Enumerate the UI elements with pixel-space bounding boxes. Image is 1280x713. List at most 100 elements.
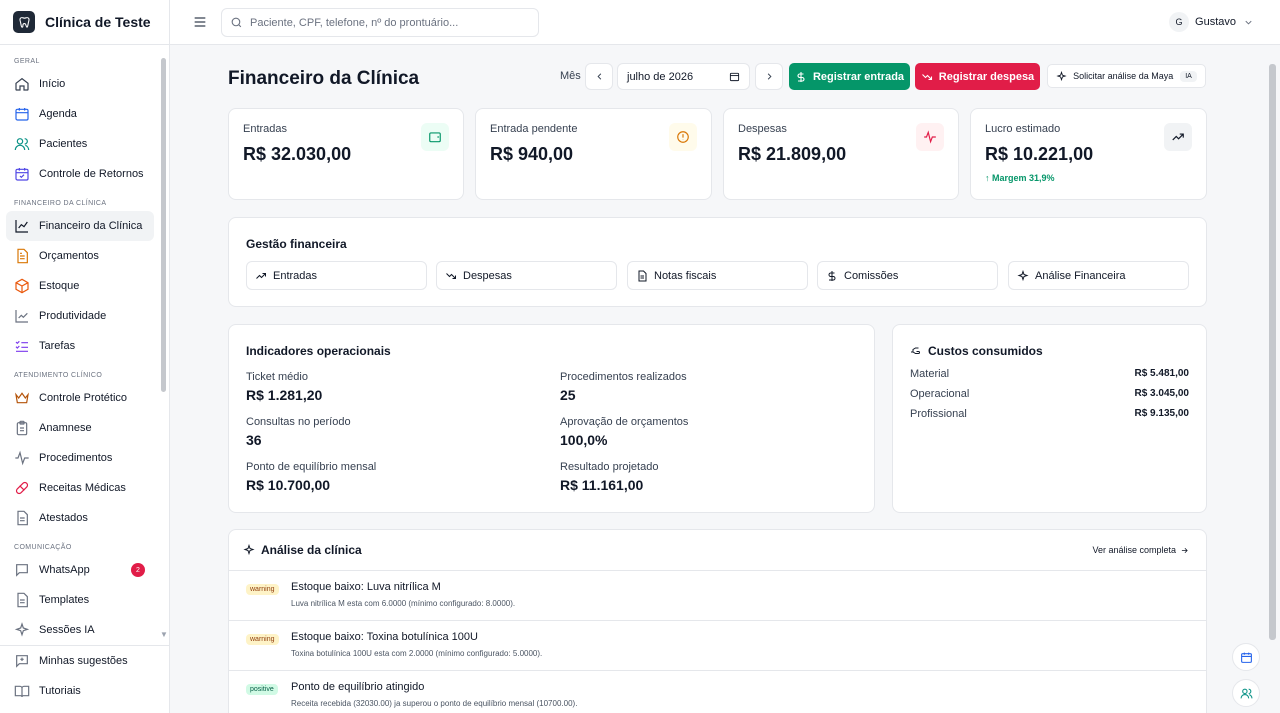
file-text-icon xyxy=(17,248,28,264)
sidebar-item-label: Estoque xyxy=(39,280,80,292)
sidebar-item-pacientes[interactable]: Pacientes xyxy=(6,129,154,159)
analysis-header: Análise da clínica xyxy=(243,543,362,557)
sidebar-item-label: Atestados xyxy=(39,512,88,524)
page-title: Financeiro da Clínica xyxy=(228,68,420,89)
sidebar-item-label: Procedimentos xyxy=(39,452,113,464)
sidebar-item-financeiro[interactable]: Financeiro da Clínica xyxy=(6,211,154,241)
tab-entradas[interactable]: Entradas xyxy=(246,261,427,290)
floating-calendar-button[interactable] xyxy=(1232,643,1260,671)
hand-coins-icon xyxy=(911,347,920,354)
scroll-down-icon[interactable]: ▼ xyxy=(160,630,168,639)
indicator-label: Consultas no período xyxy=(246,416,351,428)
avatar: G xyxy=(1169,12,1190,32)
analysis-alert[interactable]: warning Estoque baixo: Luva nitrílica M … xyxy=(229,570,1206,620)
template-icon xyxy=(17,592,28,608)
indicator-label: Ticket médio xyxy=(246,371,308,383)
users-icon xyxy=(1240,688,1252,698)
sparkle-icon xyxy=(14,622,30,637)
sidebar-item-label: Controle Protético xyxy=(39,392,128,404)
document-icon xyxy=(17,510,28,526)
sidebar-item-receitas[interactable]: Receitas Médicas xyxy=(6,473,154,503)
trending-up-icon xyxy=(1164,123,1192,151)
sidebar-item-label: WhatsApp xyxy=(39,564,90,576)
sidebar-item-procedimentos[interactable]: Procedimentos xyxy=(6,443,154,473)
section-title: Indicadores operacionais xyxy=(246,344,391,358)
sidebar-item-orcamentos[interactable]: Orçamentos xyxy=(6,241,154,271)
sidebar-item-tarefas[interactable]: Tarefas xyxy=(6,331,154,361)
tab-label: Notas fiscais xyxy=(654,269,717,282)
sidebar-item-label: Tarefas xyxy=(39,340,76,352)
search-box[interactable] xyxy=(221,8,539,37)
costs-header: Custos consumidos xyxy=(910,344,1043,358)
sidebar-item-label: Receitas Médicas xyxy=(39,482,126,494)
tab-notas-fiscais[interactable]: Notas fiscais xyxy=(627,261,808,290)
sidebar-item-sugestoes[interactable]: Minhas sugestões xyxy=(6,646,164,676)
activity-icon xyxy=(15,450,29,466)
user-menu[interactable]: G Gustavo xyxy=(1169,12,1254,32)
wallet-icon xyxy=(421,123,449,151)
alert-description: Luva nitrílica M esta com 6.0000 (mínimo… xyxy=(291,599,516,608)
sidebar-item-controle-retornos[interactable]: Controle de Retornos xyxy=(6,159,154,189)
dollar-icon xyxy=(828,270,836,281)
trend-icon xyxy=(15,310,28,323)
kpi-card-despesas: Despesas R$ 21.809,00 xyxy=(723,108,959,200)
alert-tag: positive xyxy=(246,684,278,695)
sparkle-icon xyxy=(1017,269,1029,281)
sidebar-item-tutoriais[interactable]: Tutoriais xyxy=(6,676,164,706)
next-month-button[interactable] xyxy=(755,63,783,90)
section-title: Gestão financeira xyxy=(246,237,347,251)
cost-value: R$ 5.481,00 xyxy=(1134,368,1190,379)
sidebar-item-atestados[interactable]: Atestados xyxy=(6,503,154,533)
sidebar-item-label: Anamnese xyxy=(39,422,92,434)
sidebar-item-produtividade[interactable]: Produtividade xyxy=(6,301,154,331)
sidebar-item-inicio[interactable]: Início xyxy=(6,69,154,99)
tab-analise-financeira[interactable]: Análise Financeira xyxy=(1008,261,1189,290)
calendar-icon xyxy=(15,108,29,121)
month-input[interactable]: julho de 2026 xyxy=(617,63,750,90)
register-income-button[interactable]: Registrar entrada xyxy=(789,63,910,90)
indicator-value: R$ 10.700,00 xyxy=(246,477,331,493)
sidebar-item-whatsapp[interactable]: WhatsApp 2 xyxy=(6,555,154,585)
floating-users-button[interactable] xyxy=(1232,679,1260,707)
analysis-alert[interactable]: warning Estoque baixo: Toxina botulínica… xyxy=(229,620,1206,670)
kpi-value: R$ 940,00 xyxy=(490,144,574,164)
search-input[interactable] xyxy=(250,16,530,29)
sidebar-scrollbar[interactable] xyxy=(161,58,166,392)
cost-label: Operacional xyxy=(910,388,970,400)
view-full-label: Ver análise completa xyxy=(1092,545,1176,555)
tab-despesas[interactable]: Despesas xyxy=(436,261,617,290)
kpi-card-lucro: Lucro estimado R$ 10.221,00 ↑ Margem 31,… xyxy=(970,108,1207,200)
prev-month-button[interactable] xyxy=(585,63,613,90)
sidebar-item-label: Início xyxy=(39,78,66,90)
user-name: Gustavo xyxy=(1195,16,1236,28)
cost-row: Operacional R$ 3.045,00 xyxy=(910,388,1189,400)
costs-card: Custos consumidos Material R$ 5.481,00 O… xyxy=(892,324,1207,513)
search-icon xyxy=(231,17,242,28)
month-label: Mês xyxy=(560,70,581,82)
main-scrollbar[interactable] xyxy=(1269,64,1276,640)
tab-comissoes[interactable]: Comissões xyxy=(817,261,998,290)
ask-maya-button[interactable]: Solicitar análise da Maya IA xyxy=(1047,64,1206,88)
cost-label: Material xyxy=(910,368,950,380)
trending-up-icon xyxy=(256,272,266,279)
sidebar-item-templates[interactable]: Templates xyxy=(6,585,154,615)
sidebar-item-anamnese[interactable]: Anamnese xyxy=(6,413,154,443)
indicator-value: R$ 1.281,20 xyxy=(246,387,323,403)
sidebar-item-agenda[interactable]: Agenda xyxy=(6,99,154,129)
register-expense-label: Registrar despesa xyxy=(938,70,1035,83)
analysis-alert[interactable]: positive Ponto de equilíbrio atingido Re… xyxy=(229,670,1206,713)
notification-badge: 2 xyxy=(131,563,145,577)
sidebar-item-controle-protetico[interactable]: Controle Protético xyxy=(6,383,154,413)
kpi-label: Entrada pendente xyxy=(490,123,578,135)
register-expense-button[interactable]: Registrar despesa xyxy=(915,63,1040,90)
feedback-icon xyxy=(16,655,28,668)
alert-title: Ponto de equilíbrio atingido xyxy=(291,681,425,693)
register-income-label: Registrar entrada xyxy=(812,70,905,83)
kpi-card-entradas: Entradas R$ 32.030,00 xyxy=(228,108,464,200)
view-full-analysis-link[interactable]: Ver análise completa xyxy=(1092,545,1189,555)
sidebar-item-sessoes-ia[interactable]: Sessões IA xyxy=(6,615,154,640)
tooth-logo-icon xyxy=(13,11,35,33)
brand[interactable]: Clínica de Teste xyxy=(0,0,169,45)
sidebar-item-estoque[interactable]: Estoque xyxy=(6,271,154,301)
menu-icon[interactable] xyxy=(192,14,208,30)
